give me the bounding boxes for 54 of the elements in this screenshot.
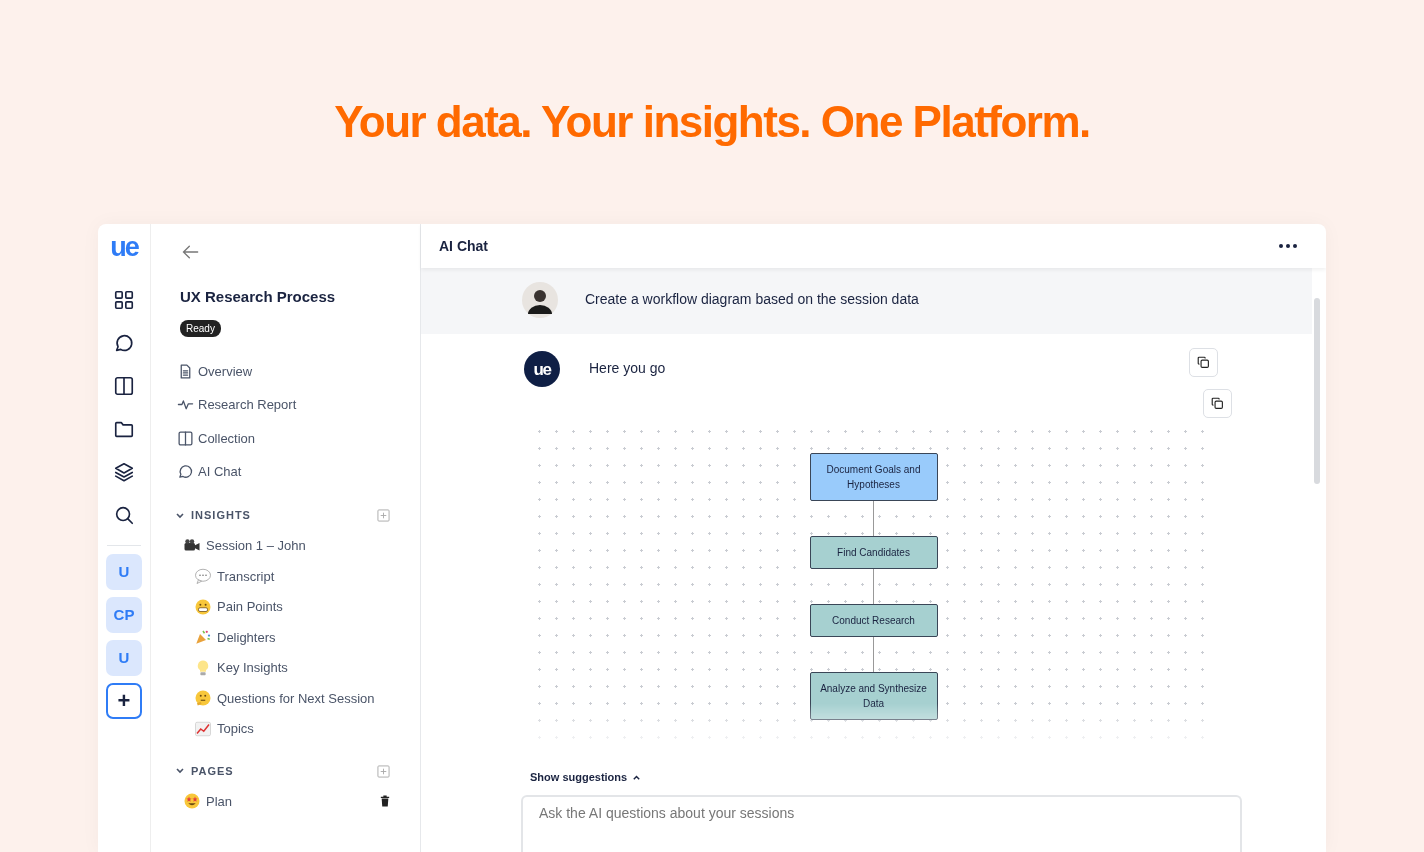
grid-icon[interactable] [113,289,135,311]
message-text: Create a workflow diagram based on the session data [585,290,919,309]
copy-icon [1211,397,1224,411]
trash-icon[interactable] [380,795,390,808]
diagram-node[interactable]: Find Candidates [809,536,938,570]
status-badge: Ready [180,319,221,337]
tree-item[interactable]: Questions for Next Session [175,683,375,714]
tree-item[interactable]: Plan [175,786,233,817]
layers-icon[interactable] [113,461,135,483]
nav-item[interactable]: Research Report [175,388,297,422]
scrollbar[interactable] [1314,298,1320,484]
grimacing-face-icon [194,597,212,616]
thinking-face-icon [194,689,212,708]
star-eyes-face-icon [183,792,201,811]
tree-item[interactable]: Transcript [175,561,275,592]
connector-line [873,637,874,673]
more-icon[interactable] [1278,243,1298,249]
project-title: UX Research Process [180,287,337,307]
columns-icon[interactable] [113,375,135,397]
party-popper-icon [194,628,212,647]
search-icon[interactable] [113,504,135,526]
caret-up-icon [632,773,642,783]
add-workspace-button[interactable]: + [106,683,142,719]
copy-button[interactable] [1189,348,1218,378]
copy-button[interactable] [1203,389,1232,419]
diagram-node[interactable]: Analyze and Synthesize Data [809,672,938,721]
chat-bubble-icon[interactable] [113,332,135,354]
nav-item[interactable]: Collection [175,421,256,455]
tree-item[interactable]: Delighters [175,622,276,653]
assistant-avatar: ue [524,351,560,388]
connector-line [873,569,874,605]
tree-item[interactable]: Session 1 – John [175,530,306,561]
copy-icon [1197,356,1210,370]
section-header[interactable]: INSIGHTS [175,507,251,524]
chat-title: AI Chat [439,236,488,256]
tree-item[interactable]: Topics [175,713,254,744]
diagram-node[interactable]: Conduct Research [809,604,938,638]
tree-item[interactable]: Key Insights [175,652,288,683]
chat-bubble-icon [177,463,194,481]
logo[interactable]: ue [110,234,138,261]
tree-item[interactable]: Pain Points [175,591,283,622]
nav-item[interactable]: AI Chat [175,455,242,489]
connector-line [873,501,874,537]
message-text: Here you go [589,359,666,379]
columns-icon [177,429,194,447]
chat-input[interactable]: Ask the AI questions about your sessions [521,794,1242,852]
section-header[interactable]: PAGES [175,762,234,780]
user-avatar [522,282,558,318]
headline: Your data. Your insights. One Platform. [333,96,1091,148]
suggestions-toggle[interactable]: Show suggestions [530,769,1326,786]
nav-item[interactable]: Overview [175,354,253,388]
speech-bubble-icon [194,567,212,586]
diagram-node[interactable]: Document Goals and Hypotheses [809,453,938,502]
line-chart-icon [194,719,212,738]
